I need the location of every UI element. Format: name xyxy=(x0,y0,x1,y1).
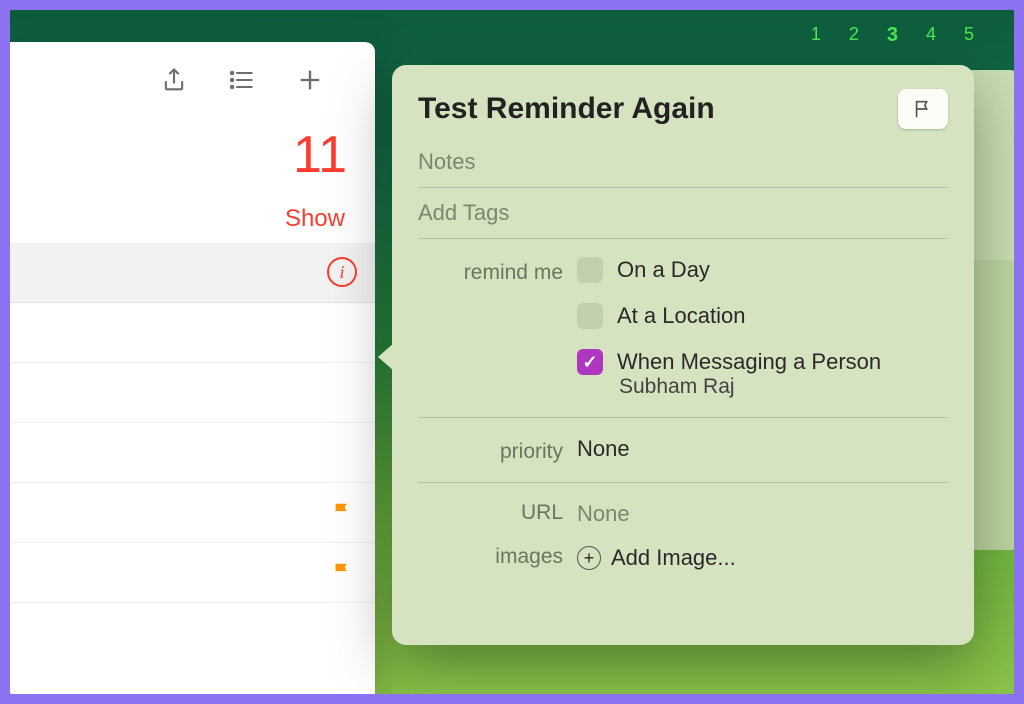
add-icon[interactable] xyxy=(296,66,324,99)
reminder-row[interactable] xyxy=(10,303,375,363)
reminder-title-field[interactable]: Test Reminder Again xyxy=(418,92,715,126)
reminders-list-panel: 11 Show i xyxy=(10,42,375,694)
remind-at-location-option[interactable]: At a Location xyxy=(577,303,948,329)
url-field[interactable]: None xyxy=(577,501,948,527)
list-view-icon[interactable] xyxy=(228,66,256,99)
list-toolbar xyxy=(10,42,375,109)
reminder-row[interactable] xyxy=(10,483,375,543)
add-image-label: Add Image... xyxy=(611,545,736,571)
cal-day-1: 1 xyxy=(811,24,821,47)
desktop-background: 1 2 3 4 5 xyxy=(10,10,1014,694)
reminder-row[interactable] xyxy=(10,363,375,423)
remind-on-day-label: On a Day xyxy=(617,257,710,283)
remind-on-day-option[interactable]: On a Day xyxy=(577,257,948,283)
list-count: 11 xyxy=(10,129,375,181)
menu-bar-calendar: 1 2 3 4 5 xyxy=(811,24,974,47)
priority-label: priority xyxy=(418,436,563,464)
cal-day-4: 4 xyxy=(926,24,936,47)
cal-day-3: 3 xyxy=(887,24,898,47)
cal-day-5: 5 xyxy=(964,24,974,47)
plus-circle-icon: + xyxy=(577,546,601,570)
flag-toggle-button[interactable] xyxy=(898,89,948,129)
flag-icon xyxy=(331,501,353,523)
add-image-button[interactable]: + Add Image... xyxy=(577,545,948,571)
checkbox-icon[interactable] xyxy=(577,257,603,283)
show-completed-link[interactable]: Show xyxy=(10,181,375,243)
reminder-row[interactable] xyxy=(10,543,375,603)
reminder-row-selected[interactable]: i xyxy=(10,243,375,303)
priority-value[interactable]: None xyxy=(577,436,948,462)
remind-at-location-label: At a Location xyxy=(617,303,745,329)
tags-field[interactable]: Add Tags xyxy=(418,188,948,239)
reminder-row[interactable] xyxy=(10,423,375,483)
images-label: images xyxy=(418,545,563,569)
flag-icon xyxy=(331,561,353,583)
url-label: URL xyxy=(418,501,563,525)
notes-field[interactable]: Notes xyxy=(418,137,948,188)
remind-me-label: remind me xyxy=(418,257,563,285)
share-icon[interactable] xyxy=(160,66,188,99)
checkbox-icon[interactable] xyxy=(577,303,603,329)
remind-messaging-option[interactable]: When Messaging a Person xyxy=(577,349,948,375)
messaging-person-name[interactable]: Subham Raj xyxy=(619,375,948,399)
checkbox-checked-icon[interactable] xyxy=(577,349,603,375)
info-icon[interactable]: i xyxy=(327,257,357,287)
reminder-info-popover: Test Reminder Again Notes Add Tags remin… xyxy=(392,65,974,645)
cal-day-2: 2 xyxy=(849,24,859,47)
remind-messaging-label: When Messaging a Person xyxy=(617,349,881,375)
